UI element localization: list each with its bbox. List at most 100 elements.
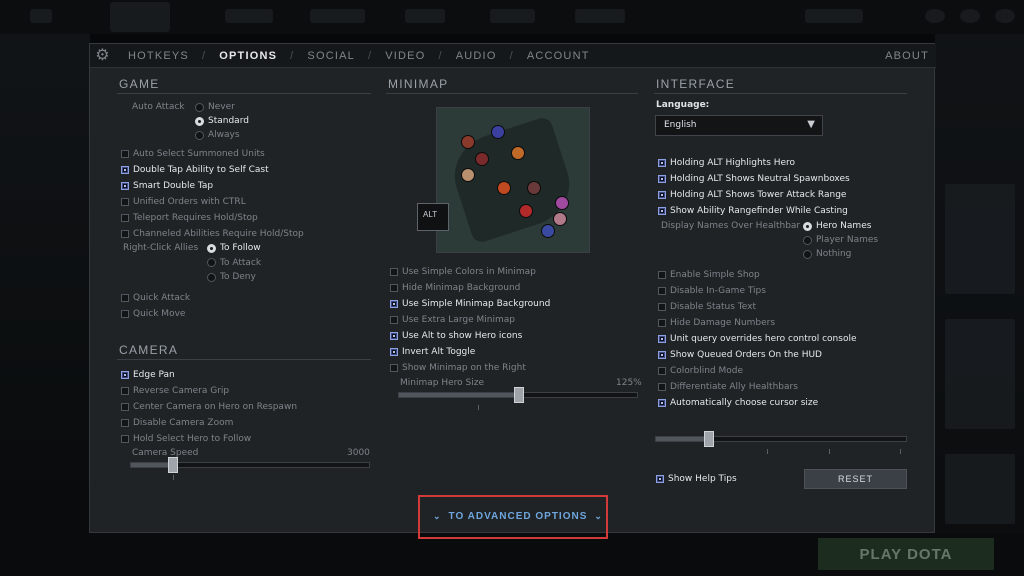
radio-label: Player Names: [816, 235, 879, 245]
interface-section-divider: [654, 93, 907, 94]
tab-social[interactable]: SOCIAL: [307, 50, 355, 62]
checkbox-box: [121, 294, 129, 302]
hero-icon: [491, 125, 505, 139]
radio-dot: [207, 272, 216, 282]
checkbox-box: [121, 214, 129, 222]
interface-section-title: INTERFACE: [656, 77, 736, 91]
hide-minimap-background-checkbox[interactable]: Hide Minimap Background: [390, 282, 520, 294]
use-simple-minimap-background-checkbox[interactable]: Use Simple Minimap Background: [390, 298, 550, 310]
checkbox-box: [121, 150, 129, 158]
hold-select-hero-to-follow-checkbox[interactable]: Hold Select Hero to Follow: [121, 433, 251, 445]
minimap-hero-size-value: 125%: [616, 378, 642, 388]
use-simple-colors-in-minimap-checkbox[interactable]: Use Simple Colors in Minimap: [390, 266, 536, 278]
tab-account[interactable]: ACCOUNT: [527, 50, 590, 62]
language-dropdown[interactable]: English ▼: [655, 115, 823, 136]
language-value: English: [664, 120, 697, 130]
colorblind-mode-checkbox[interactable]: Colorblind Mode: [658, 365, 743, 377]
unit-query-overrides-hero-control-console-checkbox[interactable]: Unit query overrides hero control consol…: [658, 333, 857, 345]
center-camera-on-hero-on-respawn-checkbox[interactable]: Center Camera on Hero on Respawn: [121, 401, 297, 413]
teleport-requires-hold-stop-checkbox[interactable]: Teleport Requires Hold/Stop: [121, 212, 258, 224]
automatically-choose-cursor-size-checkbox[interactable]: Automatically choose cursor size: [658, 397, 818, 409]
radio-dot: [207, 243, 216, 253]
checkbox-box: [658, 287, 666, 295]
checkbox-box: [658, 159, 666, 167]
tab-audio[interactable]: AUDIO: [456, 50, 497, 62]
radio-label: To Follow: [220, 243, 261, 253]
camera-speed-slider-handle[interactable]: [168, 457, 178, 473]
holding-alt-shows-neutral-spawnboxes-checkbox[interactable]: Holding ALT Shows Neutral Spawnboxes: [658, 173, 850, 185]
checkbox-box: [656, 475, 664, 483]
game-section-divider: [117, 93, 371, 94]
tab-video[interactable]: VIDEO: [385, 50, 425, 62]
invert-alt-toggle-checkbox[interactable]: Invert Alt Toggle: [390, 346, 475, 358]
checkbox-label: Hide Damage Numbers: [670, 318, 776, 328]
checkbox-label: Use Extra Large Minimap: [402, 315, 515, 325]
tab-separator: /: [290, 50, 295, 62]
camera-speed-slider[interactable]: [130, 457, 370, 473]
settings-panel: ⚙ HOTKEYS / OPTIONS / SOCIAL / VIDEO / AUDIO / ACC…: [89, 43, 936, 539]
checkbox-label: Disable Status Text: [670, 302, 756, 312]
checkbox-label: Teleport Requires Hold/Stop: [133, 213, 258, 223]
disable-in-game-tips-checkbox[interactable]: Disable In-Game Tips: [658, 285, 766, 297]
cursor-size-slider-handle[interactable]: [704, 431, 714, 447]
hero-icon: [555, 196, 569, 210]
display-names-radio-hero-names[interactable]: Hero Names: [803, 220, 871, 232]
edge-pan-checkbox[interactable]: Edge Pan: [121, 369, 175, 381]
camera-speed-slider-fill: [131, 463, 173, 467]
display-names-radio-player-names[interactable]: Player Names: [803, 234, 878, 246]
checkbox-label: Disable In-Game Tips: [670, 286, 766, 296]
minimap-preview: [436, 107, 590, 253]
checkbox-box: [658, 191, 666, 199]
hero-icon: [541, 224, 555, 238]
auto-select-summoned-units-checkbox[interactable]: Auto Select Summoned Units: [121, 148, 265, 160]
show-queued-orders-on-the-hud-checkbox[interactable]: Show Queued Orders On the HUD: [658, 349, 822, 361]
use-extra-large-minimap-checkbox[interactable]: Use Extra Large Minimap: [390, 314, 515, 326]
quick-attack-checkbox[interactable]: Quick Attack: [121, 292, 190, 304]
checkbox-label: Invert Alt Toggle: [402, 347, 476, 357]
disable-camera-zoom-checkbox[interactable]: Disable Camera Zoom: [121, 417, 233, 429]
checkbox-label: Unit query overrides hero control consol…: [670, 334, 857, 344]
minimap-hero-size-slider-handle[interactable]: [514, 387, 524, 403]
use-alt-to-show-hero-icons-checkbox[interactable]: Use Alt to show Hero icons: [390, 330, 522, 342]
reverse-camera-grip-checkbox[interactable]: Reverse Camera Grip: [121, 385, 229, 397]
reset-button[interactable]: RESET: [804, 469, 907, 489]
hero-icon: [461, 168, 475, 182]
right-click-radio-to-follow[interactable]: To Follow: [207, 242, 261, 254]
disable-status-text-checkbox[interactable]: Disable Status Text: [658, 301, 756, 313]
double-tap-ability-to-self-cast-checkbox[interactable]: Double Tap Ability to Self Cast: [121, 164, 269, 176]
chevron-down-icon: ⌄: [433, 511, 442, 521]
gear-icon[interactable]: ⚙: [94, 47, 112, 65]
enable-simple-shop-checkbox[interactable]: Enable Simple Shop: [658, 269, 760, 281]
right-click-radio-to-deny[interactable]: To Deny: [207, 271, 256, 283]
auto-attack-radio-never[interactable]: Never: [195, 101, 235, 113]
cursor-size-slider[interactable]: [655, 431, 907, 447]
holding-alt-shows-tower-attack-range-checkbox[interactable]: Holding ALT Shows Tower Attack Range: [658, 189, 846, 201]
minimap-hero-size-slider[interactable]: [398, 387, 638, 403]
auto-attack-radio-always[interactable]: Always: [195, 129, 240, 141]
show-ability-rangefinder-while-casting-checkbox[interactable]: Show Ability Rangefinder While Casting: [658, 205, 848, 217]
radio-label: Hero Names: [816, 221, 872, 231]
unified-orders-with-ctrl-checkbox[interactable]: Unified Orders with CTRL: [121, 196, 246, 208]
holding-alt-highlights-hero-checkbox[interactable]: Holding ALT Highlights Hero: [658, 157, 795, 169]
right-click-radio-to-attack[interactable]: To Attack: [207, 257, 261, 269]
tab-about[interactable]: ABOUT: [885, 50, 929, 62]
slider-tick: [900, 449, 901, 454]
differentiate-ally-healthbars-checkbox[interactable]: Differentiate Ally Healthbars: [658, 381, 798, 393]
hide-damage-numbers-checkbox[interactable]: Hide Damage Numbers: [658, 317, 775, 329]
tab-options[interactable]: OPTIONS: [219, 50, 277, 62]
show-minimap-on-the-right-checkbox[interactable]: Show Minimap on the Right: [390, 362, 526, 374]
checkbox-box: [121, 387, 129, 395]
tab-separator: /: [367, 50, 373, 62]
smart-double-tap-checkbox[interactable]: Smart Double Tap: [121, 180, 213, 192]
game-section-title: GAME: [119, 77, 160, 91]
advanced-options-link[interactable]: ⌄ TO ADVANCED OPTIONS ⌄: [433, 511, 603, 522]
channeled-abilities-require-hold-stop-checkbox[interactable]: Channeled Abilities Require Hold/Stop: [121, 228, 304, 240]
quick-move-checkbox[interactable]: Quick Move: [121, 308, 185, 320]
radio-dot: [803, 221, 812, 231]
display-names-radio-nothing[interactable]: Nothing: [803, 248, 851, 260]
auto-attack-radio-standard[interactable]: Standard: [195, 115, 249, 127]
checkbox-box: [658, 351, 666, 359]
tab-hotkeys[interactable]: HOTKEYS: [128, 50, 189, 62]
show-help-tips-checkbox[interactable]: Show Help Tips: [656, 473, 737, 485]
checkbox-box: [658, 175, 666, 183]
